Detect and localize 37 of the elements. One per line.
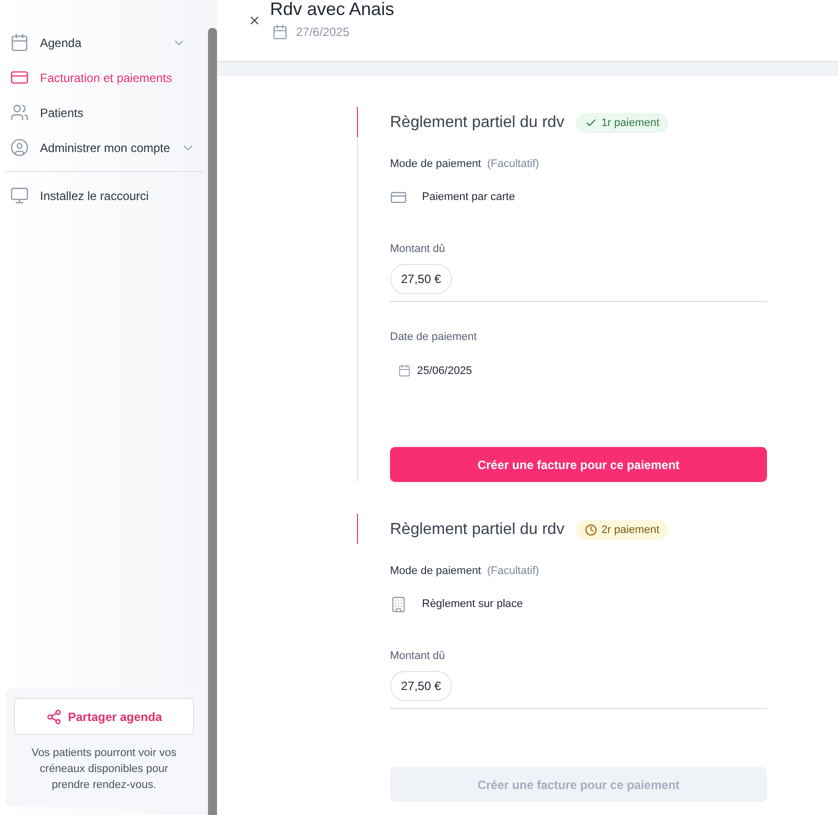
building-icon (390, 596, 407, 612)
date-field[interactable]: 25/06/2025 (398, 362, 472, 379)
field-label: Mode de paiement (390, 157, 482, 172)
share-description: Vos patients pourront voir vos créneaux disponibles pour prendre rendez-vous. (30, 746, 178, 793)
create-invoice-button[interactable]: Créer une facture pour ce paiement (390, 447, 767, 482)
calendar-icon (398, 364, 411, 378)
amount-field[interactable]: 27,50 € (390, 671, 452, 701)
section-title: Règlement partiel du rdv (390, 113, 564, 133)
field-label: Montant dû (390, 648, 446, 664)
status-badge: 1r paiement (576, 113, 668, 133)
window-title: Rdv avec Anais (270, 0, 394, 21)
field-label: Date de paiement (390, 330, 478, 345)
monitor-icon (10, 186, 29, 205)
calendar-icon (272, 24, 288, 40)
check-icon (585, 117, 598, 129)
clock-icon (585, 524, 598, 536)
close-icon[interactable] (248, 14, 261, 27)
section-title: Règlement partiel du rdv (390, 520, 564, 540)
sidebar-item[interactable]: Installez le raccourci (0, 178, 208, 213)
sidebar-item[interactable]: Administrer mon compte (0, 130, 208, 165)
field-label: Montant dû (390, 242, 446, 256)
field-label: Mode de paiement (390, 564, 482, 579)
optional-hint: (Facultatif) (487, 157, 540, 172)
sidebar-item[interactable]: Facturation et paiements (0, 60, 208, 95)
share-agenda-button[interactable]: Partager agenda (14, 698, 194, 735)
share-icon (46, 708, 62, 724)
sidebar-item[interactable]: Patients (0, 95, 208, 130)
user-circle-icon (10, 138, 29, 157)
payment-method-option[interactable]: Paiement par carte (390, 188, 515, 206)
optional-hint: (Facultatif) (487, 564, 540, 579)
status-badge: 2r paiement (576, 520, 668, 540)
amount-field[interactable]: 27,50 € (390, 264, 452, 294)
sidebar-item[interactable]: Agenda (0, 25, 208, 60)
calendar-icon (10, 33, 29, 52)
people-icon (10, 103, 29, 122)
appointment-date: 27/6/2025 (296, 24, 350, 41)
payment-method-option[interactable]: Règlement sur place (390, 596, 523, 612)
